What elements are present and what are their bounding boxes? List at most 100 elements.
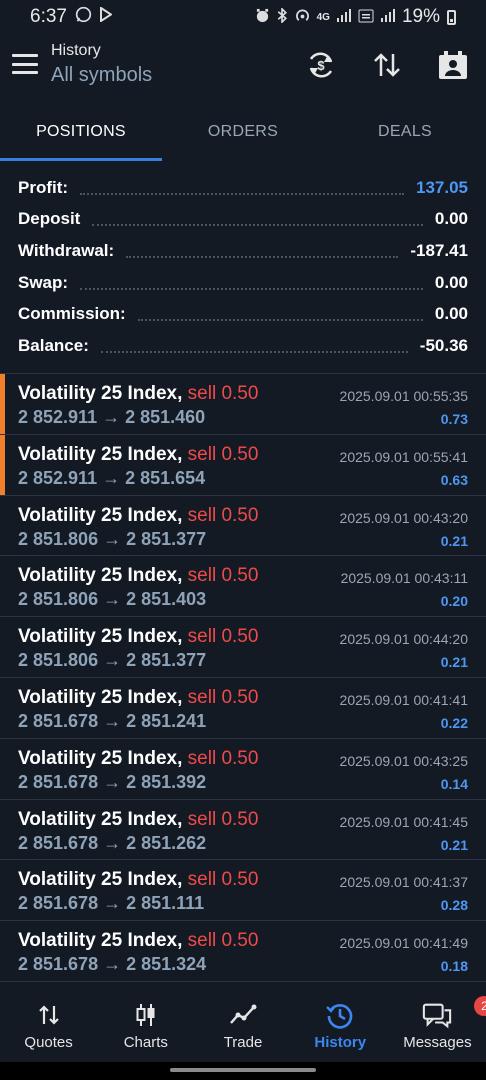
list-item[interactable]: Volatility 25 Index, sell 0.50 2 852.911…	[0, 374, 486, 435]
summary-row-withdrawal: Withdrawal: -187.41	[0, 235, 486, 267]
summary-label: Balance:	[18, 335, 89, 355]
summary-value: -187.41	[410, 240, 468, 260]
play-store-icon	[99, 6, 113, 28]
deal-type: sell 0.50	[187, 443, 259, 465]
deal-type: sell 0.50	[187, 747, 259, 769]
nav-trade[interactable]: Trade	[194, 986, 291, 1062]
summary-value: 0.00	[434, 209, 468, 229]
list-item[interactable]: Volatility 25 Index, sell 0.50 2 851.678…	[0, 860, 486, 922]
summary-label: Commission:	[18, 304, 126, 324]
messages-icon: 2	[422, 996, 486, 1030]
system-nav-bar	[0, 1062, 486, 1080]
sort-button[interactable]	[370, 48, 404, 82]
list-item[interactable]: Volatility 25 Index, sell 0.50 2 852.911…	[0, 434, 486, 496]
deal-prices: 2 851.806 → 2 851.377	[18, 650, 207, 671]
sort-icon	[374, 53, 400, 77]
summary-label: Deposit	[18, 209, 81, 229]
network-type: 4G	[316, 11, 330, 23]
refresh-currency-button[interactable]: $	[304, 48, 338, 82]
list-item[interactable]: Volatility 25 Index, sell 0.50 2 851.678…	[0, 678, 486, 739]
dotted-leader	[137, 319, 423, 322]
list-item[interactable]: Volatility 25 Index, sell 0.50 2 851.806…	[0, 496, 486, 557]
nav-label: History	[314, 1034, 367, 1051]
deal-time: 2025.09.01 00:43:11	[340, 570, 468, 587]
deal-profit: 0.73	[440, 411, 468, 427]
deal-symbol: Volatility 25 Index,	[18, 869, 183, 891]
deal-profit: 0.21	[440, 836, 468, 853]
nav-charts[interactable]: Charts	[97, 986, 194, 1062]
deal-prices: 2 851.806 → 2 851.377	[18, 528, 207, 549]
nav-messages[interactable]: 2 Messages	[389, 986, 486, 1062]
signal-icon-2	[380, 9, 395, 25]
bluetooth-icon	[277, 6, 288, 26]
deal-profit: 0.14	[440, 775, 468, 792]
bottom-nav: Quotes Charts Trade History 2 Messages	[0, 986, 486, 1062]
hotspot-icon	[295, 8, 310, 26]
summary-value: 137.05	[416, 177, 468, 197]
deal-time: 2025.09.01 00:41:41	[339, 691, 468, 708]
nav-label: Messages	[403, 1034, 472, 1051]
deal-prices: 2 852.911 → 2 851.460	[18, 407, 206, 427]
tab-positions[interactable]: POSITIONS	[0, 100, 162, 161]
deal-profit: 0.20	[440, 593, 468, 610]
deal-profit: 0.21	[440, 654, 468, 671]
deal-prices: 2 851.678 → 2 851.392	[18, 771, 207, 792]
deal-time: 2025.09.01 00:55:35	[339, 388, 468, 404]
summary-value: 0.00	[434, 272, 468, 292]
deal-symbol: Volatility 25 Index,	[18, 443, 183, 465]
summary-value: -50.36	[419, 335, 468, 355]
deal-symbol: Volatility 25 Index,	[18, 626, 183, 648]
unread-badge: 2	[474, 996, 486, 1016]
home-indicator[interactable]	[170, 1068, 316, 1072]
status-time: 6:37	[30, 6, 67, 27]
dotted-leader	[100, 350, 408, 353]
tab-deals[interactable]: DEALS	[324, 100, 486, 161]
summary-panel: Profit: 137.05 Deposit 0.00 Withdrawal: …	[0, 172, 486, 362]
list-item[interactable]: Volatility 25 Index, sell 0.50 2 851.806…	[0, 617, 486, 678]
volte-icon	[358, 9, 374, 26]
summary-label: Profit:	[18, 177, 69, 197]
dotted-leader	[80, 192, 404, 195]
period-button[interactable]	[436, 48, 470, 82]
deal-profit: 0.21	[440, 532, 468, 549]
charts-icon	[131, 1000, 161, 1030]
list-item[interactable]: Volatility 25 Index, sell 0.50 2 851.678…	[0, 739, 486, 800]
summary-label: Swap:	[18, 272, 69, 292]
tab-orders[interactable]: ORDERS	[162, 100, 324, 161]
deal-time: 2025.09.01 00:43:20	[339, 509, 468, 526]
deal-symbol: Volatility 25 Index,	[18, 504, 183, 526]
nav-history[interactable]: History	[292, 986, 389, 1062]
trade-icon	[228, 1000, 258, 1030]
deal-type: sell 0.50	[187, 565, 259, 587]
status-bar: 6:37 4G 19%	[0, 0, 486, 34]
deal-symbol: Volatility 25 Index,	[18, 565, 183, 587]
deal-prices: 2 851.678 → 2 851.324	[18, 954, 207, 975]
deal-prices: 2 851.678 → 2 851.111	[18, 893, 205, 914]
dotted-leader	[80, 287, 423, 290]
list-item[interactable]: Volatility 25 Index, sell 0.50 2 851.806…	[0, 556, 486, 618]
header-text: History All symbols	[51, 42, 152, 87]
nav-quotes[interactable]: Quotes	[0, 986, 97, 1062]
deal-prices: 2 851.806 → 2 851.403	[18, 589, 207, 610]
positions-list: Volatility 25 Index, sell 0.50 2 852.911…	[0, 373, 486, 982]
battery-percent: 19%	[401, 6, 440, 27]
deal-profit: 0.18	[440, 958, 468, 975]
deal-symbol: Volatility 25 Index,	[18, 383, 183, 404]
menu-icon[interactable]	[12, 54, 38, 74]
deal-prices: 2 852.911 → 2 851.654	[18, 467, 206, 488]
deal-type: sell 0.50	[187, 869, 259, 891]
list-item[interactable]: Volatility 25 Index, sell 0.50 2 851.678…	[0, 800, 486, 861]
deal-prices: 2 851.678 → 2 851.262	[18, 832, 207, 853]
summary-row-swap: Swap: 0.00	[0, 267, 486, 299]
deal-profit: 0.28	[440, 897, 468, 914]
list-item[interactable]: Volatility 25 Index, sell 0.50 2 851.678…	[0, 921, 486, 982]
deal-type: sell 0.50	[187, 686, 259, 708]
refresh-currency-icon: $	[309, 52, 333, 78]
page-title: History	[51, 42, 101, 59]
deal-time: 2025.09.01 00:41:37	[339, 874, 468, 891]
dotted-leader	[92, 224, 423, 227]
tab-bar: POSITIONS ORDERS DEALS	[0, 100, 486, 161]
symbol-filter[interactable]: All symbols	[51, 64, 152, 87]
deal-type: sell 0.50	[187, 930, 259, 952]
summary-row-profit: Profit: 137.05	[0, 172, 486, 204]
